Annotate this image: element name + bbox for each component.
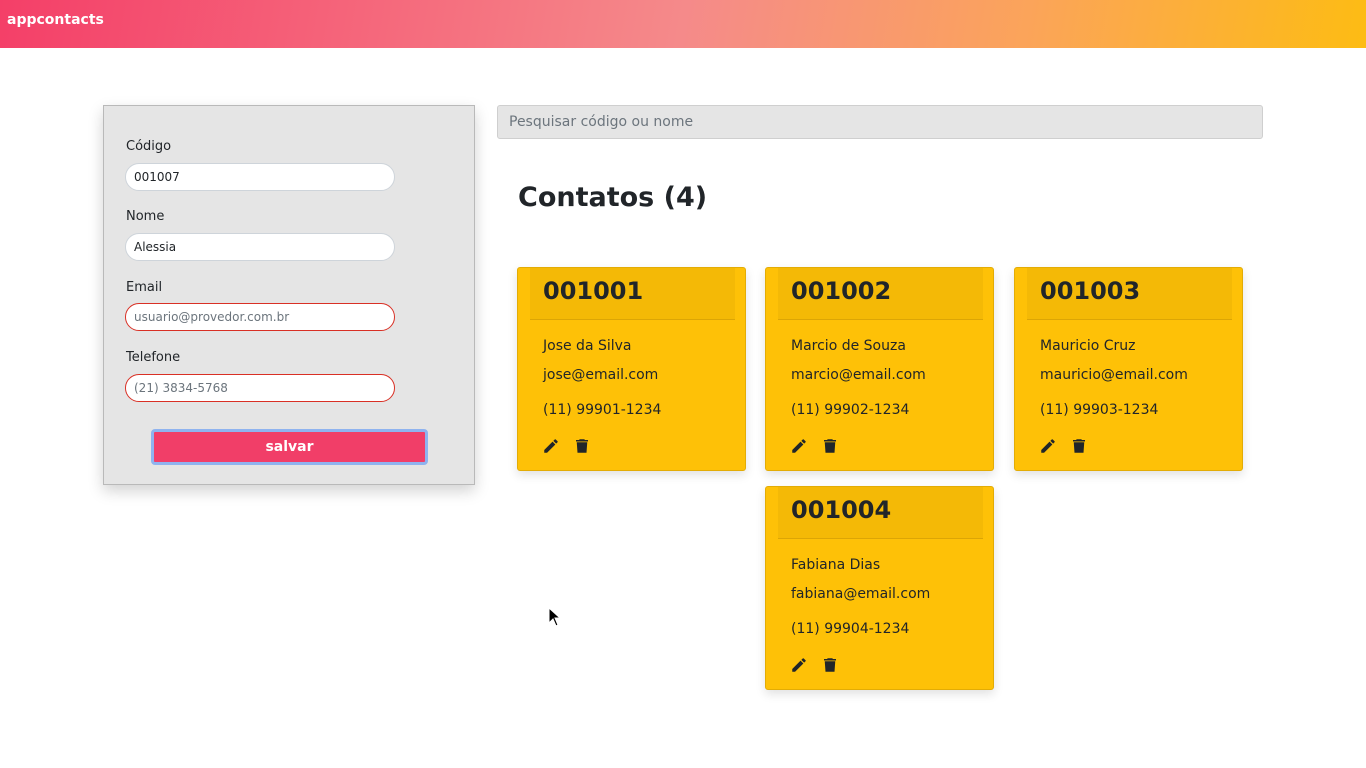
contact-card: 001004 Fabiana Dias fabiana@email.com (1… <box>765 486 994 690</box>
contact-code: 001004 <box>791 496 892 524</box>
email-label: Email <box>126 280 163 295</box>
contact-form: Código Nome Email Telefone salvar <box>103 105 475 485</box>
pencil-icon[interactable] <box>790 437 808 455</box>
card-header: 001001 <box>530 268 735 320</box>
pencil-icon[interactable] <box>542 437 560 455</box>
contact-card: 001001 Jose da Silva jose@email.com (11)… <box>517 267 746 471</box>
contact-card: 001002 Marcio de Souza marcio@email.com … <box>765 267 994 471</box>
contact-phone: (11) 99902-1234 <box>791 402 910 418</box>
contact-code: 001002 <box>791 277 892 305</box>
app-brand[interactable]: appcontacts <box>7 12 104 28</box>
contact-name: Marcio de Souza <box>791 338 906 354</box>
top-navbar: appcontacts <box>0 0 1366 48</box>
codigo-label: Código <box>126 139 172 154</box>
pencil-icon[interactable] <box>790 656 808 674</box>
pencil-icon[interactable] <box>1039 437 1057 455</box>
card-actions <box>542 437 591 455</box>
trash-icon[interactable] <box>821 656 839 674</box>
email-input[interactable] <box>125 303 395 331</box>
nome-label: Nome <box>126 209 165 224</box>
contact-phone: (11) 99904-1234 <box>791 621 910 637</box>
card-actions <box>1039 437 1088 455</box>
card-header: 001004 <box>778 487 983 539</box>
save-button[interactable]: salvar <box>151 429 428 465</box>
card-header: 001002 <box>778 268 983 320</box>
card-header: 001003 <box>1027 268 1232 320</box>
nome-input[interactable] <box>125 233 395 261</box>
card-actions <box>790 437 839 455</box>
contact-code: 001003 <box>1040 277 1141 305</box>
contact-email: fabiana@email.com <box>791 586 931 602</box>
trash-icon[interactable] <box>821 437 839 455</box>
contact-phone: (11) 99901-1234 <box>543 402 662 418</box>
mouse-cursor-icon <box>548 607 562 627</box>
trash-icon[interactable] <box>573 437 591 455</box>
telefone-label: Telefone <box>126 350 181 365</box>
contact-name: Fabiana Dias <box>791 557 881 573</box>
telefone-input[interactable] <box>125 374 395 402</box>
contacts-title: Contatos (4) <box>518 182 708 213</box>
codigo-input[interactable] <box>125 163 395 191</box>
contact-email: mauricio@email.com <box>1040 367 1188 383</box>
contact-code: 001001 <box>543 277 644 305</box>
trash-icon[interactable] <box>1070 437 1088 455</box>
card-actions <box>790 656 839 674</box>
search-input[interactable] <box>497 105 1263 139</box>
contact-email: jose@email.com <box>543 367 659 383</box>
contact-phone: (11) 99903-1234 <box>1040 402 1159 418</box>
contact-name: Jose da Silva <box>543 338 632 354</box>
contact-name: Mauricio Cruz <box>1040 338 1136 354</box>
contact-card: 001003 Mauricio Cruz mauricio@email.com … <box>1014 267 1243 471</box>
contact-email: marcio@email.com <box>791 367 926 383</box>
